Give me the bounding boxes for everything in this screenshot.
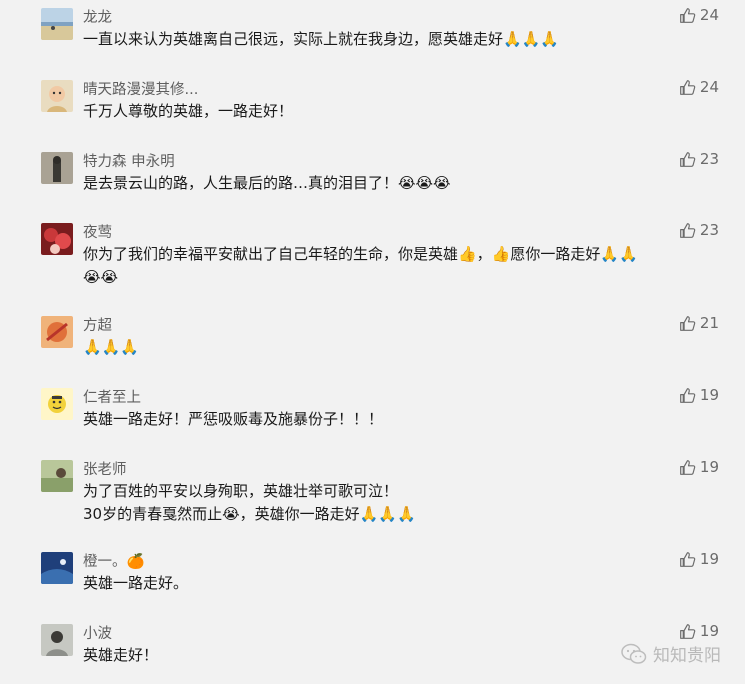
like-count: 19 xyxy=(699,458,719,476)
thumbs-up-icon xyxy=(680,459,696,475)
avatar[interactable] xyxy=(41,80,73,112)
like-button[interactable]: 24 xyxy=(679,6,719,24)
watermark: 知知贵阳 xyxy=(621,641,721,666)
commenter-name: 夜莺 xyxy=(83,225,112,241)
comment-text: 🙏🙏🙏 xyxy=(83,338,140,356)
like-button[interactable]: 23 xyxy=(679,150,719,168)
comment-text: 一直以来认为英雄离自己很远，实际上就在我身边，愿英雄走好🙏🙏🙏 xyxy=(83,30,560,48)
commenter-name: 仁者至上 xyxy=(83,390,141,406)
thumbs-up-icon xyxy=(680,623,696,639)
like-count: 19 xyxy=(699,622,719,640)
avatar[interactable] xyxy=(41,223,73,255)
avatar[interactable] xyxy=(41,624,73,656)
comment-text: 你为了我们的幸福平安献出了自己年轻的生命，你是英雄👍，👍愿你一路走好🙏🙏 😭😭 xyxy=(83,245,638,286)
like-count: 24 xyxy=(699,78,719,96)
commenter-name: 特力森 申永明 xyxy=(83,154,175,170)
thumbs-up-icon xyxy=(680,315,696,331)
commenter-name: 方超 xyxy=(83,318,112,334)
thumbs-up-icon xyxy=(680,222,696,238)
commenter-name: 晴天路漫漫其修... xyxy=(83,82,199,98)
like-button[interactable]: 19 xyxy=(679,550,719,568)
commenter-name: 橙一。🍊 xyxy=(83,554,145,570)
thumbs-up-icon xyxy=(680,7,696,23)
like-count: 24 xyxy=(699,6,719,24)
like-count: 23 xyxy=(699,221,719,239)
comment-text: 千万人尊敬的英雄，一路走好！ xyxy=(83,102,294,120)
commenter-name: 张老师 xyxy=(83,462,127,478)
like-count: 19 xyxy=(699,386,719,404)
thumbs-up-icon xyxy=(680,387,696,403)
wechat-icon xyxy=(621,643,647,664)
like-button[interactable]: 19 xyxy=(679,458,719,476)
like-count: 19 xyxy=(699,550,719,568)
comment-text: 为了百姓的平安以身殉职，英雄壮举可歌可泣！ 30岁的青春戛然而止😭，英雄你一路走… xyxy=(83,482,416,523)
commenter-name: 小波 xyxy=(83,626,112,642)
thumbs-up-icon xyxy=(680,151,696,167)
like-count: 21 xyxy=(699,314,719,332)
like-button[interactable]: 21 xyxy=(679,314,719,332)
comment-text: 英雄一路走好。 xyxy=(83,574,189,592)
avatar[interactable] xyxy=(41,460,73,492)
avatar[interactable] xyxy=(41,552,73,584)
watermark-text: 知知贵阳 xyxy=(653,646,721,666)
like-button[interactable]: 24 xyxy=(679,78,719,96)
comment-text: 英雄一路走好！严惩吸贩毒及施暴份子！！！ xyxy=(83,410,384,428)
like-button[interactable]: 19 xyxy=(679,622,719,640)
avatar[interactable] xyxy=(41,152,73,184)
avatar[interactable] xyxy=(41,8,73,40)
thumbs-up-icon xyxy=(680,551,696,567)
comment-text: 是去景云山的路，人生最后的路…真的泪目了！😭😭😭 xyxy=(83,174,451,192)
like-button[interactable]: 19 xyxy=(679,386,719,404)
like-count: 23 xyxy=(699,150,719,168)
like-button[interactable]: 23 xyxy=(679,221,719,239)
avatar[interactable] xyxy=(41,316,73,348)
commenter-name: 龙龙 xyxy=(83,10,112,26)
thumbs-up-icon xyxy=(680,79,696,95)
avatar[interactable] xyxy=(41,388,73,420)
